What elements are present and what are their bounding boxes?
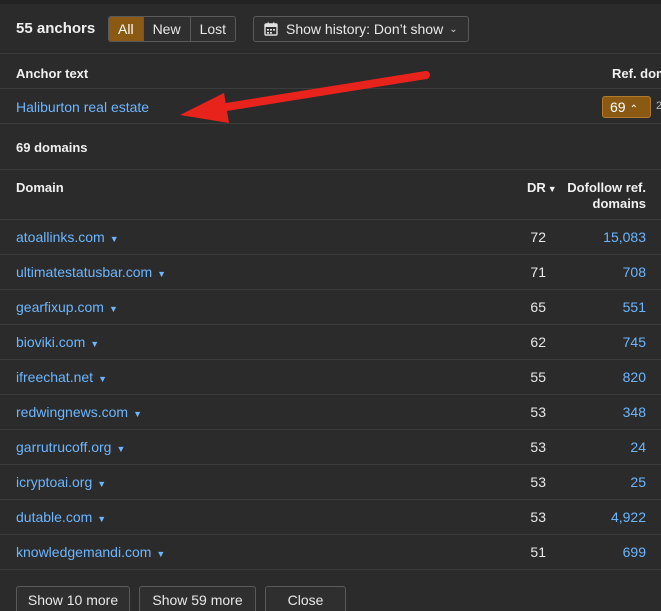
- domain-link[interactable]: ultimatestatusbar.com ▼: [16, 264, 166, 280]
- show-history-label: Show history: Don’t show: [286, 21, 444, 37]
- caret-down-icon: ▼: [116, 444, 126, 454]
- table-row: gearfixup.com ▼ 65 551: [0, 290, 661, 325]
- table-row: garrutrucoff.org ▼ 53 24: [0, 430, 661, 465]
- ref-domains-toggle[interactable]: 69 ⌃: [602, 96, 651, 118]
- domain-rating: 51: [530, 544, 546, 560]
- domain-link[interactable]: icryptoai.org ▼: [16, 474, 106, 490]
- domain-rating: 65: [530, 299, 546, 315]
- dofollow-ref-domains[interactable]: 24: [630, 439, 646, 455]
- column-dofollow[interactable]: Dofollow ref. domains: [560, 180, 646, 212]
- column-domain: Domain: [16, 180, 64, 195]
- domain-rating: 62: [530, 334, 546, 350]
- domain-rating: 71: [530, 264, 546, 280]
- dofollow-ref-domains[interactable]: 551: [623, 299, 646, 315]
- domain-name: knowledgemandi.com: [16, 544, 152, 560]
- sort-desc-icon: ▼: [547, 184, 557, 194]
- anchor-text-link[interactable]: Haliburton real estate: [16, 99, 149, 115]
- domain-name: redwingnews.com: [16, 404, 129, 420]
- filter-all-button[interactable]: All: [109, 17, 143, 41]
- domain-rating: 53: [530, 439, 546, 455]
- dofollow-ref-domains[interactable]: 708: [623, 264, 646, 280]
- domain-name: atoallinks.com: [16, 229, 105, 245]
- chevron-up-icon: ⌃: [629, 104, 638, 115]
- anchor-row: Haliburton real estate 69 ⌃ 2: [0, 90, 661, 124]
- column-anchor-text: Anchor text: [16, 66, 89, 81]
- calendar-icon: [264, 22, 278, 36]
- domain-name: ultimatestatusbar.com: [16, 264, 153, 280]
- domain-rating: 72: [530, 229, 546, 245]
- domain-link[interactable]: garrutrucoff.org ▼: [16, 439, 125, 455]
- domain-name: gearfixup.com: [16, 299, 104, 315]
- dofollow-ref-domains[interactable]: 745: [623, 334, 646, 350]
- domain-rating: 55: [530, 369, 546, 385]
- caret-down-icon: ▼: [133, 409, 142, 419]
- domain-rating: 53: [530, 474, 546, 490]
- domain-link[interactable]: gearfixup.com ▼: [16, 299, 118, 315]
- show-59-more-button[interactable]: Show 59 more: [139, 586, 256, 611]
- column-dr-sort[interactable]: DR ▼: [527, 180, 557, 195]
- caret-down-icon: ▼: [156, 549, 166, 559]
- table-row: ultimatestatusbar.com ▼ 71 708: [0, 255, 661, 290]
- domain-name: bioviki.com: [16, 334, 86, 350]
- domain-link[interactable]: bioviki.com ▼: [16, 334, 99, 350]
- domain-name: garrutrucoff.org: [16, 439, 112, 455]
- truncated-value: 2: [656, 100, 661, 112]
- table-row: dutable.com ▼ 53 4,922: [0, 500, 661, 535]
- chevron-down-icon: ⌄: [449, 23, 458, 35]
- domain-link[interactable]: knowledgemandi.com ▼: [16, 544, 165, 560]
- domains-section-header: 69 domains: [0, 125, 661, 170]
- dofollow-ref-domains[interactable]: 25: [630, 474, 646, 490]
- caret-down-icon: ▼: [157, 269, 167, 279]
- dofollow-ref-domains[interactable]: 820: [623, 369, 646, 385]
- table-row: atoallinks.com ▼ 72 15,083: [0, 220, 661, 255]
- toolbar: 55 anchors All New Lost Show history: Do…: [0, 4, 661, 54]
- caret-down-icon: ▼: [97, 479, 107, 489]
- domain-rating: 53: [530, 404, 546, 420]
- anchor-table-header: Anchor text Ref. domains: [0, 55, 661, 89]
- ref-domains-count: 69: [610, 99, 626, 115]
- domains-count: 69 domains: [16, 140, 88, 155]
- domain-link[interactable]: atoallinks.com ▼: [16, 229, 119, 245]
- close-button[interactable]: Close: [265, 586, 346, 611]
- column-ref-domains[interactable]: Ref. domains: [612, 66, 661, 81]
- domain-name: dutable.com: [16, 509, 93, 525]
- dofollow-ref-domains[interactable]: 699: [623, 544, 646, 560]
- domain-link[interactable]: dutable.com ▼: [16, 509, 106, 525]
- caret-down-icon: ▼: [98, 374, 107, 384]
- filter-new-button[interactable]: New: [142, 17, 190, 41]
- domain-name: icryptoai.org: [16, 474, 93, 490]
- domains-table-body: atoallinks.com ▼ 72 15,083 ultimatestatus…: [0, 220, 661, 570]
- dofollow-ref-domains[interactable]: 4,922: [611, 509, 646, 525]
- anchors-count: 55 anchors: [16, 20, 96, 37]
- filter-segment: All New Lost: [108, 16, 237, 42]
- domain-link[interactable]: redwingnews.com ▼: [16, 404, 142, 420]
- column-dr-label: DR: [527, 180, 546, 195]
- table-row: redwingnews.com ▼ 53 348: [0, 395, 661, 430]
- caret-down-icon: ▼: [108, 304, 118, 314]
- domain-link[interactable]: ifreechat.net ▼: [16, 369, 107, 385]
- filter-lost-button[interactable]: Lost: [189, 17, 236, 41]
- table-row: icryptoai.org ▼ 53 25: [0, 465, 661, 500]
- table-row: bioviki.com ▼ 62 745: [0, 325, 661, 360]
- domains-table-header: Domain DR ▼ Dofollow ref. domains: [0, 171, 661, 220]
- domain-rating: 53: [530, 509, 546, 525]
- show-history-dropdown[interactable]: Show history: Don’t show ⌄: [253, 16, 469, 42]
- table-row: knowledgemandi.com ▼ 51 699: [0, 535, 661, 570]
- caret-down-icon: ▼: [109, 234, 119, 244]
- dofollow-ref-domains[interactable]: 348: [623, 404, 646, 420]
- domain-name: ifreechat.net: [16, 369, 94, 385]
- dofollow-ref-domains[interactable]: 15,083: [603, 229, 646, 245]
- caret-down-icon: ▼: [90, 339, 100, 349]
- show-10-more-button[interactable]: Show 10 more: [16, 586, 130, 611]
- table-row: ifreechat.net ▼ 55 820: [0, 360, 661, 395]
- caret-down-icon: ▼: [97, 514, 107, 524]
